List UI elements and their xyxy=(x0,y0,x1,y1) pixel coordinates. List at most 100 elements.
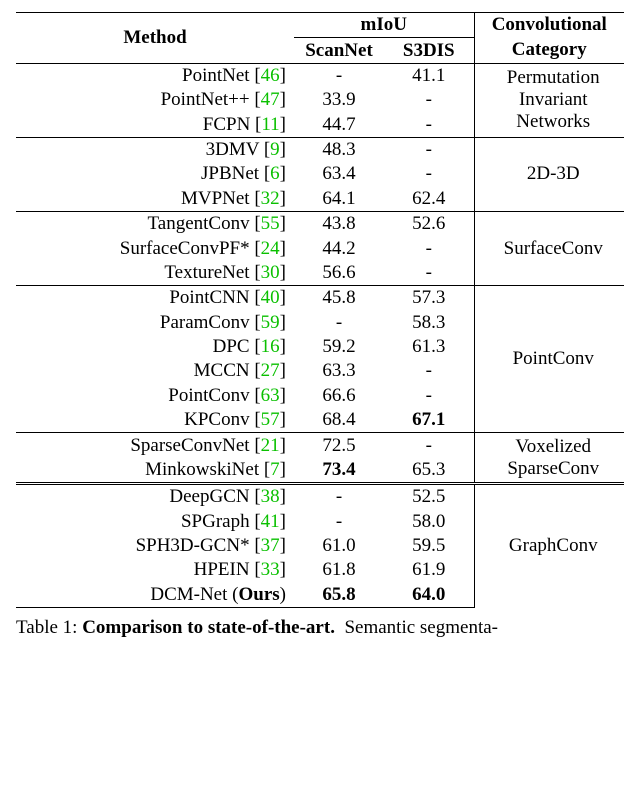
scannet-cell: 59.2 xyxy=(294,335,384,359)
category-cell: Permutation Invariant Networks xyxy=(474,63,624,137)
table-row: PointNet [46]-41.1Permutation Invariant … xyxy=(16,63,624,88)
citation-ref[interactable]: 7 xyxy=(270,459,280,480)
results-table: Method mIoU Convolutional ScanNet S3DIS … xyxy=(16,12,624,608)
scannet-cell: 64.1 xyxy=(294,187,384,212)
method-cell: PointNet [46] xyxy=(16,63,294,88)
s3dis-cell: - xyxy=(384,88,474,112)
s3dis-cell: 52.6 xyxy=(384,212,474,237)
header-method: Method xyxy=(16,13,294,64)
header-category-top: Convolutional xyxy=(474,13,624,38)
s3dis-cell: 58.3 xyxy=(384,311,474,335)
scannet-cell: 68.4 xyxy=(294,408,384,433)
citation-ref[interactable]: 59 xyxy=(261,312,280,333)
citation-ref[interactable]: 63 xyxy=(261,385,280,406)
scannet-cell: - xyxy=(294,311,384,335)
citation-ref[interactable]: 40 xyxy=(261,287,280,308)
s3dis-cell: 52.5 xyxy=(384,484,474,510)
category-cell: GraphConv xyxy=(474,484,624,608)
method-cell: MCCN [27] xyxy=(16,359,294,383)
s3dis-cell: 61.9 xyxy=(384,558,474,582)
citation-ref[interactable]: 46 xyxy=(261,65,280,86)
s3dis-cell: - xyxy=(384,359,474,383)
citation-ref[interactable]: 33 xyxy=(261,559,280,580)
category-cell: Voxelized SparseConv xyxy=(474,433,624,484)
citation-ref[interactable]: 21 xyxy=(261,435,280,456)
scannet-cell: - xyxy=(294,63,384,88)
method-cell: DCM-Net (Ours) xyxy=(16,583,294,608)
s3dis-cell: - xyxy=(384,236,474,260)
scannet-cell: 72.5 xyxy=(294,433,384,458)
citation-ref[interactable]: 16 xyxy=(261,336,280,357)
citation-ref[interactable]: 24 xyxy=(261,238,280,259)
scannet-cell: 63.4 xyxy=(294,162,384,186)
scannet-cell: 66.6 xyxy=(294,384,384,408)
citation-ref[interactable]: 37 xyxy=(261,535,280,556)
method-cell: 3DMV [9] xyxy=(16,137,294,162)
citation-ref[interactable]: 41 xyxy=(261,511,280,532)
s3dis-cell: - xyxy=(384,113,474,138)
s3dis-cell: 67.1 xyxy=(384,408,474,433)
method-cell: SparseConvNet [21] xyxy=(16,433,294,458)
category-cell: SurfaceConv xyxy=(474,212,624,286)
citation-ref[interactable]: 38 xyxy=(261,486,280,507)
citation-ref[interactable]: 32 xyxy=(261,188,280,209)
table-row: TangentConv [55]43.852.6SurfaceConv xyxy=(16,212,624,237)
method-cell: PointCNN [40] xyxy=(16,286,294,311)
method-cell: PointNet++ [47] xyxy=(16,88,294,112)
citation-ref[interactable]: 9 xyxy=(270,139,280,160)
method-cell: HPEIN [33] xyxy=(16,558,294,582)
caption-rest: Semantic segmenta- xyxy=(344,617,498,638)
method-cell: MVPNet [32] xyxy=(16,187,294,212)
scannet-cell: 48.3 xyxy=(294,137,384,162)
method-cell: ParamConv [59] xyxy=(16,311,294,335)
header-category-bottom: Category xyxy=(474,38,624,63)
scannet-cell: 56.6 xyxy=(294,261,384,286)
s3dis-cell: - xyxy=(384,433,474,458)
method-cell: MinkowskiNet [7] xyxy=(16,458,294,484)
citation-ref[interactable]: 57 xyxy=(261,409,280,430)
citation-ref[interactable]: 30 xyxy=(261,262,280,283)
method-cell: JPBNet [6] xyxy=(16,162,294,186)
table-caption: Table 1: Comparison to state-of-the-art.… xyxy=(16,617,624,639)
scannet-cell: 43.8 xyxy=(294,212,384,237)
s3dis-cell: 57.3 xyxy=(384,286,474,311)
s3dis-cell: 64.0 xyxy=(384,583,474,608)
header-miou: mIoU xyxy=(294,13,474,38)
scannet-cell: 65.8 xyxy=(294,583,384,608)
s3dis-cell: 41.1 xyxy=(384,63,474,88)
scannet-cell: 33.9 xyxy=(294,88,384,112)
citation-ref[interactable]: 55 xyxy=(261,213,280,234)
category-cell: PointConv xyxy=(474,286,624,433)
s3dis-cell: 62.4 xyxy=(384,187,474,212)
citation-ref[interactable]: 47 xyxy=(261,89,280,110)
scannet-cell: 44.7 xyxy=(294,113,384,138)
scannet-cell: - xyxy=(294,510,384,534)
table-row: DeepGCN [38]-52.5GraphConv xyxy=(16,484,624,510)
header-s3dis: S3DIS xyxy=(384,38,474,63)
s3dis-cell: - xyxy=(384,137,474,162)
citation-ref[interactable]: 27 xyxy=(261,360,280,381)
citation-ref[interactable]: 6 xyxy=(270,163,280,184)
scannet-cell: 73.4 xyxy=(294,458,384,484)
caption-title: Comparison to state-of-the-art. xyxy=(82,617,335,638)
method-cell: PointConv [63] xyxy=(16,384,294,408)
method-cell: DPC [16] xyxy=(16,335,294,359)
method-cell: SPH3D-GCN* [37] xyxy=(16,534,294,558)
s3dis-cell: 58.0 xyxy=(384,510,474,534)
method-cell: DeepGCN [38] xyxy=(16,484,294,510)
s3dis-cell: 61.3 xyxy=(384,335,474,359)
citation-ref[interactable]: 11 xyxy=(261,114,279,135)
method-cell: SPGraph [41] xyxy=(16,510,294,534)
method-cell: FCPN [11] xyxy=(16,113,294,138)
method-cell: KPConv [57] xyxy=(16,408,294,433)
scannet-cell: 44.2 xyxy=(294,236,384,260)
method-cell: TextureNet [30] xyxy=(16,261,294,286)
category-cell: 2D-3D xyxy=(474,137,624,211)
caption-label: Table 1: xyxy=(16,617,77,638)
s3dis-cell: - xyxy=(384,384,474,408)
s3dis-cell: - xyxy=(384,261,474,286)
scannet-cell: 63.3 xyxy=(294,359,384,383)
table-row: PointCNN [40]45.857.3PointConv xyxy=(16,286,624,311)
scannet-cell: 45.8 xyxy=(294,286,384,311)
scannet-cell: - xyxy=(294,484,384,510)
